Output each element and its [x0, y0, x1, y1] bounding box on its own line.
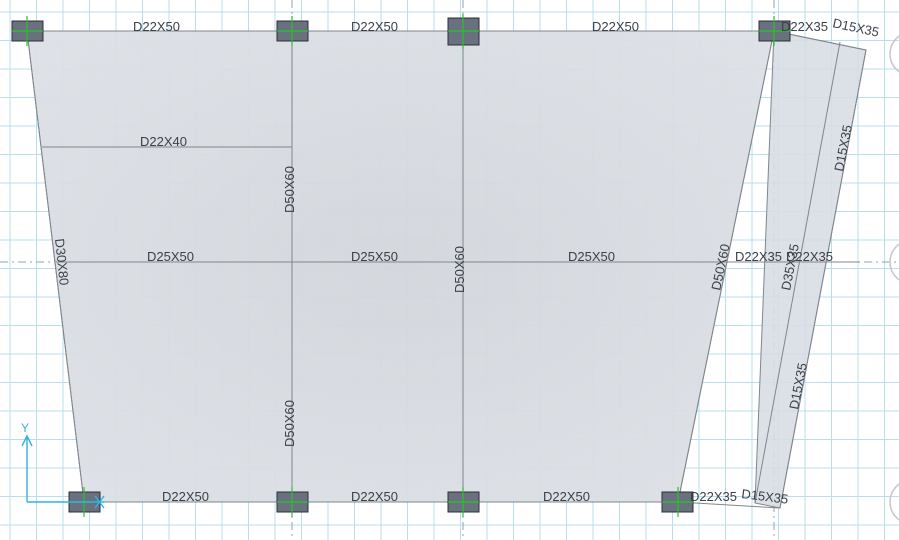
- beam-label: D22X50: [543, 489, 590, 504]
- beam-label: D50X60: [282, 166, 297, 213]
- beam-label: D22X50: [162, 489, 209, 504]
- beam-label: D50X60: [452, 246, 467, 293]
- beam-label: D22X35: [781, 19, 828, 34]
- beam-label: D25X50: [568, 249, 615, 264]
- beam-label: D22X50: [351, 489, 398, 504]
- beam-label: D22X35: [690, 489, 737, 504]
- beam-label: D25X50: [351, 249, 398, 264]
- beam-label: D22X50: [133, 19, 180, 34]
- beam-label: D22X40: [140, 134, 187, 149]
- beam-label: D50X60: [282, 400, 297, 447]
- axis-y-label: Y: [21, 421, 29, 435]
- right-slab-strip[interactable]: [754, 30, 867, 509]
- main-slab[interactable]: [26, 30, 775, 503]
- beam-label: D22X35: [735, 249, 782, 264]
- beam-label: D25X50: [147, 249, 194, 264]
- structural-plan-canvas[interactable]: Y D22X50 D22X50 D22X50 D22X35 D15X35 D22…: [0, 0, 899, 540]
- grid-bubble: [889, 483, 899, 521]
- beam-label: D22X50: [351, 19, 398, 34]
- beam-label: D22X50: [592, 19, 639, 34]
- beam-label: D15X35: [831, 15, 880, 39]
- grid-bubbles: [889, 35, 899, 521]
